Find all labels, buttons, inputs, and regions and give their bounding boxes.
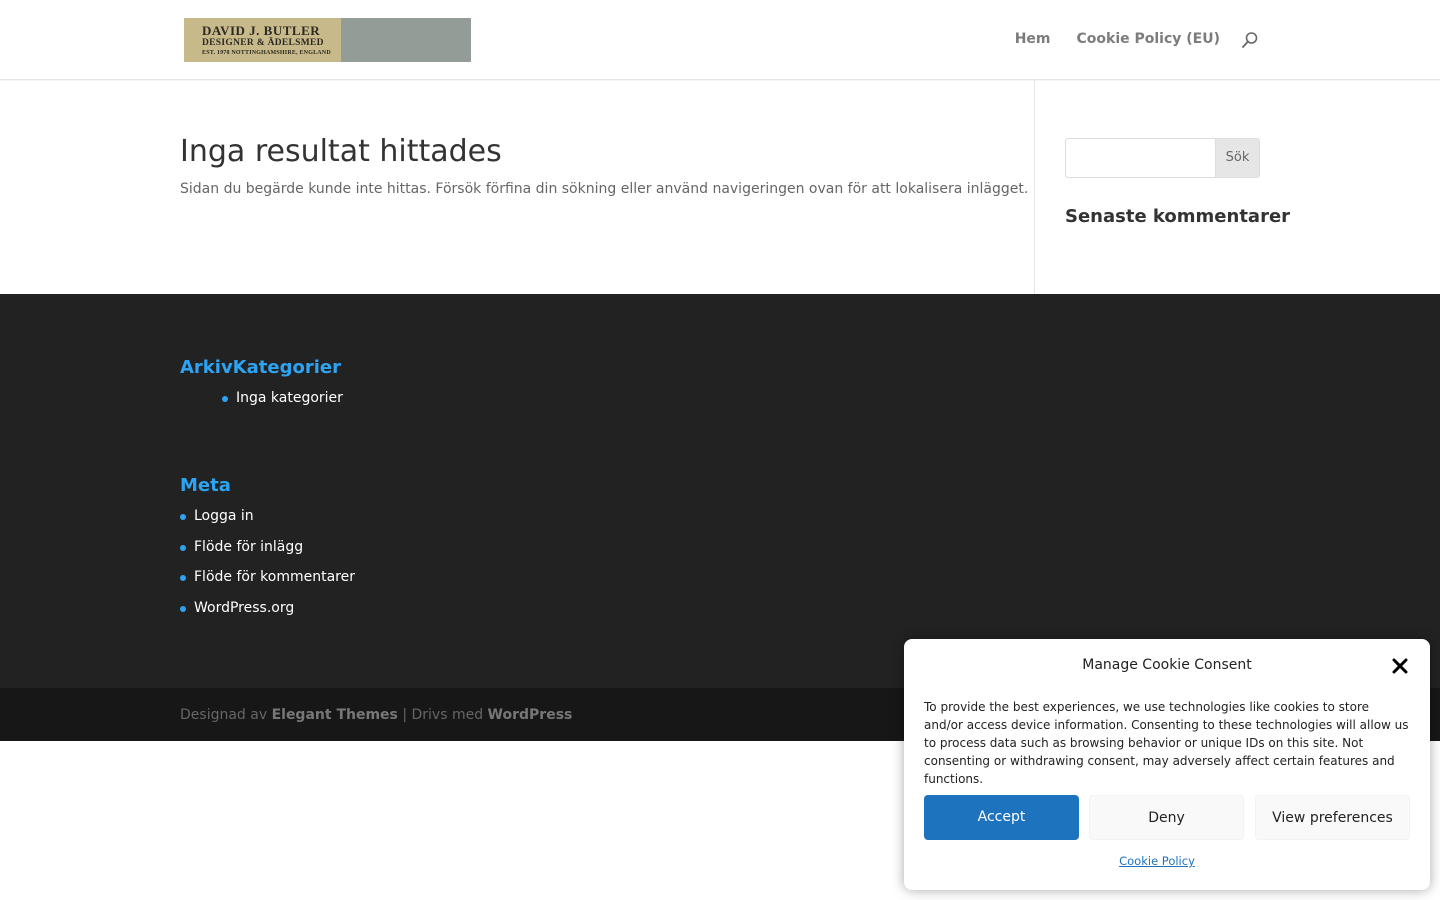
accept-button[interactable]: Accept — [924, 795, 1079, 840]
cookie-policy-link[interactable]: Cookie Policy — [904, 854, 1410, 868]
footer-meta-list: Logga in Flöde för inlägg Flöde för komm… — [180, 506, 355, 629]
meta-item-wordpress-org[interactable]: WordPress.org — [180, 598, 355, 629]
meta-item-comments-feed[interactable]: Flöde för kommentarer — [180, 567, 355, 598]
credits-designer-link[interactable]: Elegant Themes — [272, 707, 398, 723]
credits-designed-by: Designad av — [180, 707, 268, 723]
nav-item-hem[interactable]: Hem — [1015, 31, 1051, 47]
page-title: Inga resultat hittades — [180, 134, 502, 169]
sidebar-search-button[interactable]: Sök — [1215, 138, 1260, 178]
logo-line-3: EST. 1978 NOTTINGHAMSHIRE, ENGLAND — [202, 50, 331, 56]
logo-line-1: DAVID J. BUTLER — [202, 23, 321, 38]
close-icon[interactable] — [1392, 658, 1408, 674]
no-results-message: Sidan du begärde kunde inte hittas. Förs… — [180, 181, 1029, 197]
footer-credits: Designad av Elegant Themes | Drivs med W… — [180, 707, 572, 723]
view-preferences-button[interactable]: View preferences — [1255, 795, 1410, 840]
footer-category-list: Inga kategorier — [222, 388, 343, 419]
main-nav: Hem Cookie Policy (EU) — [1015, 31, 1220, 47]
meta-item-posts-feed[interactable]: Flöde för inlägg — [180, 537, 355, 568]
footer-heading-meta: Meta — [180, 475, 231, 496]
sidebar-heading-recent-comments: Senaste kommentarer — [1065, 206, 1291, 227]
cookie-consent-banner: Manage Cookie Consent To provide the bes… — [904, 639, 1430, 890]
logo-line-2: DESIGNER & ÄDELSMED — [202, 38, 324, 48]
site-footer: ArkivKategorier Inga kategorier Meta Log… — [0, 294, 1440, 688]
site-header: DAVID J. BUTLER DESIGNER & ÄDELSMED EST.… — [0, 0, 1440, 80]
sidebar-divider — [1034, 80, 1035, 294]
cookie-banner-message: To provide the best experiences, we use … — [924, 700, 1409, 786]
cookie-banner-title: Manage Cookie Consent — [1082, 657, 1252, 673]
meta-item-login[interactable]: Logga in — [180, 506, 355, 537]
deny-button[interactable]: Deny — [1089, 795, 1244, 840]
site-logo[interactable]: DAVID J. BUTLER DESIGNER & ÄDELSMED EST.… — [184, 18, 471, 62]
credits-separator: | Drivs med — [402, 707, 484, 723]
sidebar-search-input[interactable] — [1065, 138, 1216, 178]
sidebar-search-form: Sök — [1065, 138, 1260, 178]
search-icon[interactable] — [1241, 31, 1259, 49]
footer-category-item[interactable]: Inga kategorier — [222, 388, 343, 419]
main-content: Inga resultat hittades Sidan du begärde … — [0, 80, 1440, 294]
nav-item-cookie-policy[interactable]: Cookie Policy (EU) — [1077, 31, 1221, 47]
footer-heading-archive-categories: ArkivKategorier — [180, 357, 341, 378]
credits-platform-link[interactable]: WordPress — [488, 707, 573, 723]
